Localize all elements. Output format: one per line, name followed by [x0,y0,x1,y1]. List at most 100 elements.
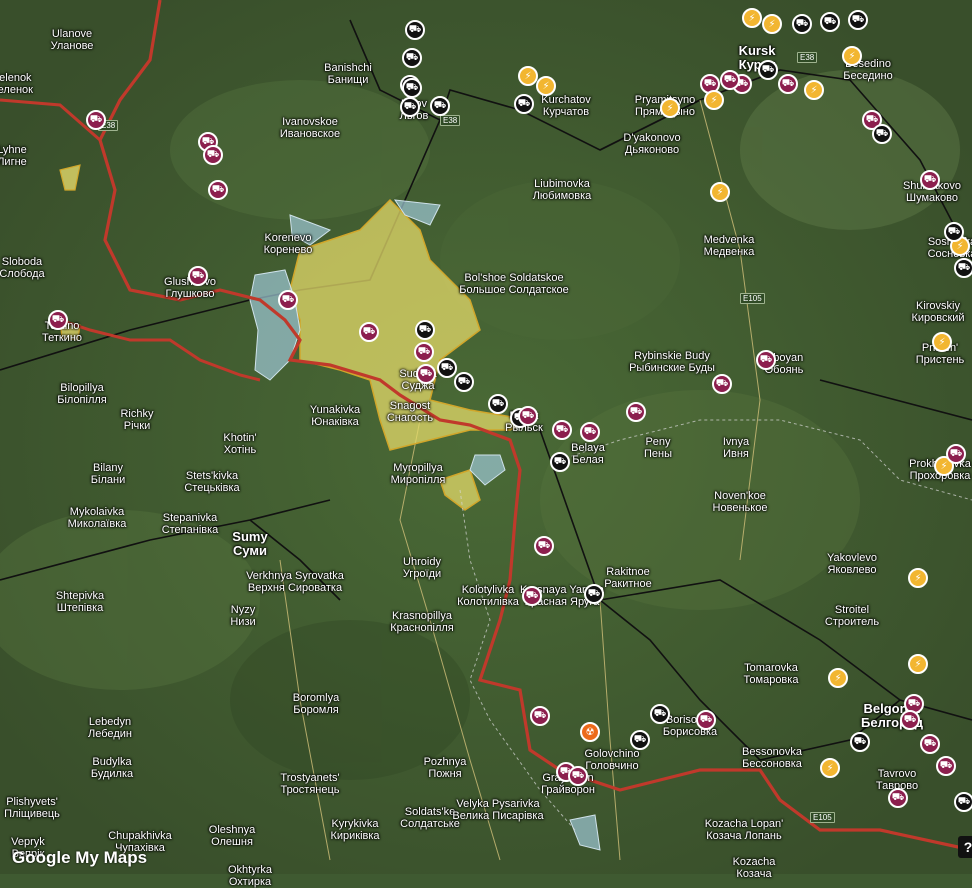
place-label: Stroitel Строитель [825,604,879,628]
help-button[interactable]: ? [958,836,972,858]
bridge-marker[interactable]: ⛟ [584,584,604,604]
infrastructure-marker[interactable]: ⛟ [522,586,542,606]
place-name: Pozhnya [423,756,467,768]
infrastructure-marker[interactable]: ⛟ [946,444,966,464]
infrastructure-marker[interactable]: ⛟ [900,710,920,730]
energy-marker[interactable]: ⚡ [908,654,928,674]
bridge-marker[interactable]: ⛟ [630,730,650,750]
place-name: Kozacha Lopan' [704,818,784,830]
infrastructure-marker[interactable]: ⛟ [86,110,106,130]
place-name-local: Білопілля [57,394,107,406]
bridge-marker[interactable]: ⛟ [848,10,868,30]
infrastructure-marker[interactable]: ⛟ [756,350,776,370]
bridge-marker[interactable]: ⛟ [954,258,972,278]
place-name: Mykolaivka [69,506,125,518]
bridge-marker[interactable]: ⛟ [437,358,457,378]
energy-marker[interactable]: ⚡ [828,668,848,688]
energy-marker[interactable]: ⚡ [536,76,556,96]
energy-marker[interactable]: ⚡ [660,98,680,118]
map-canvas[interactable] [0,0,972,874]
infrastructure-marker[interactable]: ⛟ [626,402,646,422]
nuclear-marker[interactable]: ☢ [580,722,600,742]
infrastructure-marker[interactable]: ⛟ [414,342,434,362]
infrastructure-marker[interactable]: ⛟ [530,706,550,726]
infrastructure-marker[interactable]: ⛟ [936,756,956,776]
infrastructure-marker[interactable]: ⛟ [48,310,68,330]
place-label: Lebedyn Лебедин [88,716,132,740]
place-name-local: Строитель [824,616,880,628]
infrastructure-marker[interactable]: ⛟ [720,70,740,90]
place-label: Kozacha Lopan' Козача Лопань [705,818,784,842]
energy-marker[interactable]: ⚡ [742,8,762,28]
energy-marker[interactable]: ⚡ [820,758,840,778]
bridge-marker[interactable]: ⛟ [820,12,840,32]
energy-marker[interactable]: ⚡ [762,14,782,34]
bridge-marker[interactable]: ⛟ [954,792,972,812]
energy-marker[interactable]: ⚡ [842,46,862,66]
infrastructure-marker[interactable]: ⛟ [888,788,908,808]
energy-marker[interactable]: ⚡ [710,182,730,202]
bridge-marker[interactable]: ⛟ [650,704,670,724]
place-name: Velyka Pysarivka [456,798,540,810]
infrastructure-marker[interactable]: ⛟ [203,145,223,165]
place-name: Plishyvets' [6,796,58,808]
infrastructure-marker[interactable]: ⛟ [416,364,436,384]
place-label: Ulanove Уланове [51,28,94,52]
road-shield: E105 [740,293,765,304]
energy-marker[interactable]: ⚡ [908,568,928,588]
infrastructure-marker[interactable]: ⛟ [580,422,600,442]
place-name-local: Томаровка [743,674,799,686]
place-name-local: Пожня [428,768,462,780]
infrastructure-marker[interactable]: ⛟ [712,374,732,394]
place-label: Bilopillya Білопілля [57,382,107,406]
energy-marker[interactable]: ⚡ [518,66,538,86]
place-name-local: Колотилівка [457,596,519,608]
infrastructure-marker[interactable]: ⛟ [920,170,940,190]
energy-marker[interactable]: ⚡ [704,90,724,110]
place-label: Kyrykivka Кириківка [330,818,379,842]
infrastructure-marker[interactable]: ⛟ [568,766,588,786]
bridge-marker[interactable]: ⛟ [402,78,422,98]
bridge-marker[interactable]: ⛟ [400,97,420,117]
bridge-marker[interactable]: ⛟ [550,452,570,472]
place-label: Liubimovka Любимовка [533,178,592,202]
place-label: Plishyvets' Пліщивець [4,796,60,820]
bridge-marker[interactable]: ⛟ [430,96,450,116]
infrastructure-marker[interactable]: ⛟ [208,180,228,200]
place-name: Stepanivka [162,512,218,524]
place-name-local: Большое Солдатское [459,284,569,296]
place-name-local: Яковлево [827,564,877,576]
place-label: Trostyanets' Тростянець [280,772,339,796]
place-name-local: Дьяконово [624,144,680,156]
infrastructure-marker[interactable]: ⛟ [696,710,716,730]
place-name-local: Грайворон [541,784,595,796]
bridge-marker[interactable]: ⛟ [415,320,435,340]
bridge-marker[interactable]: ⛟ [872,124,892,144]
infrastructure-marker[interactable]: ⛟ [518,406,538,426]
bridge-marker[interactable]: ⛟ [514,94,534,114]
place-name: Bilany [93,462,123,474]
place-name-local: Глушково [165,288,215,300]
energy-marker[interactable]: ⚡ [932,332,952,352]
infrastructure-marker[interactable]: ⛟ [188,266,208,286]
bridge-marker[interactable]: ⛟ [488,394,508,414]
bridge-marker[interactable]: ⛟ [792,14,812,34]
infrastructure-marker[interactable]: ⛟ [552,420,572,440]
bridge-marker[interactable]: ⛟ [944,222,964,242]
infrastructure-marker[interactable]: ⛟ [534,536,554,556]
place-label: Peny Пены [644,436,672,460]
bridge-marker[interactable]: ⛟ [405,20,425,40]
place-label: Bessonovka Бессоновка [742,746,802,770]
infrastructure-marker[interactable]: ⛟ [778,74,798,94]
bridge-marker[interactable]: ⛟ [758,60,778,80]
bridge-marker[interactable]: ⛟ [454,372,474,392]
place-label: Uhroidy Угроїди [403,556,441,580]
infrastructure-marker[interactable]: ⛟ [278,290,298,310]
bridge-marker[interactable]: ⛟ [402,48,422,68]
infrastructure-marker[interactable]: ⛟ [920,734,940,754]
infrastructure-marker[interactable]: ⛟ [359,322,379,342]
place-name-local: Рыбинские Буды [629,362,715,374]
place-name-local: Охтирка [228,876,272,888]
energy-marker[interactable]: ⚡ [804,80,824,100]
bridge-marker[interactable]: ⛟ [850,732,870,752]
